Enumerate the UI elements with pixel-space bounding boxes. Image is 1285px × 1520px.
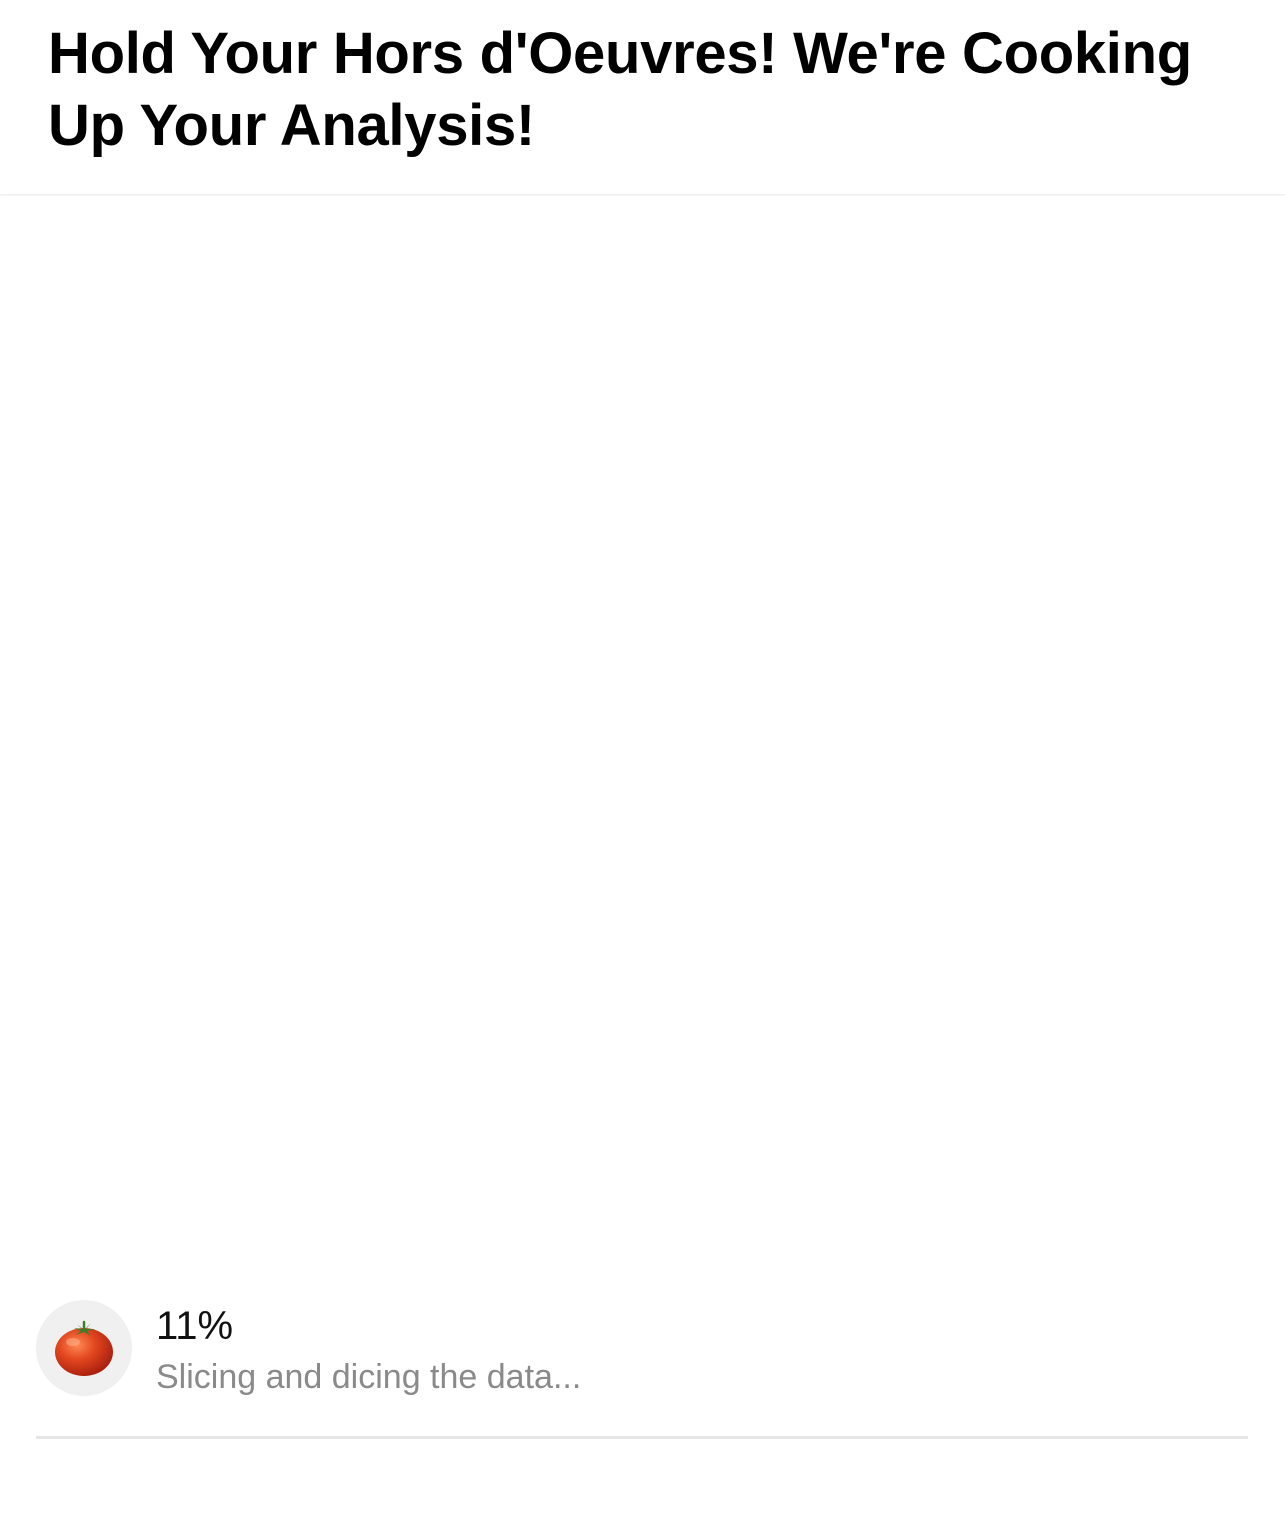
progress-status-text: Slicing and dicing the data... — [156, 1358, 582, 1396]
progress-percent: 11% — [156, 1304, 234, 1348]
header: Hold Your Hors d'Oeuvres! We're Cooking … — [0, 0, 1285, 195]
divider — [36, 1436, 1248, 1439]
progress-status: 11% Slicing and dicing the data... — [36, 1300, 1248, 1410]
avatar — [36, 1300, 132, 1396]
tomato-icon — [55, 1320, 113, 1376]
content-area — [0, 196, 1285, 1276]
page-title: Hold Your Hors d'Oeuvres! We're Cooking … — [48, 21, 1192, 158]
